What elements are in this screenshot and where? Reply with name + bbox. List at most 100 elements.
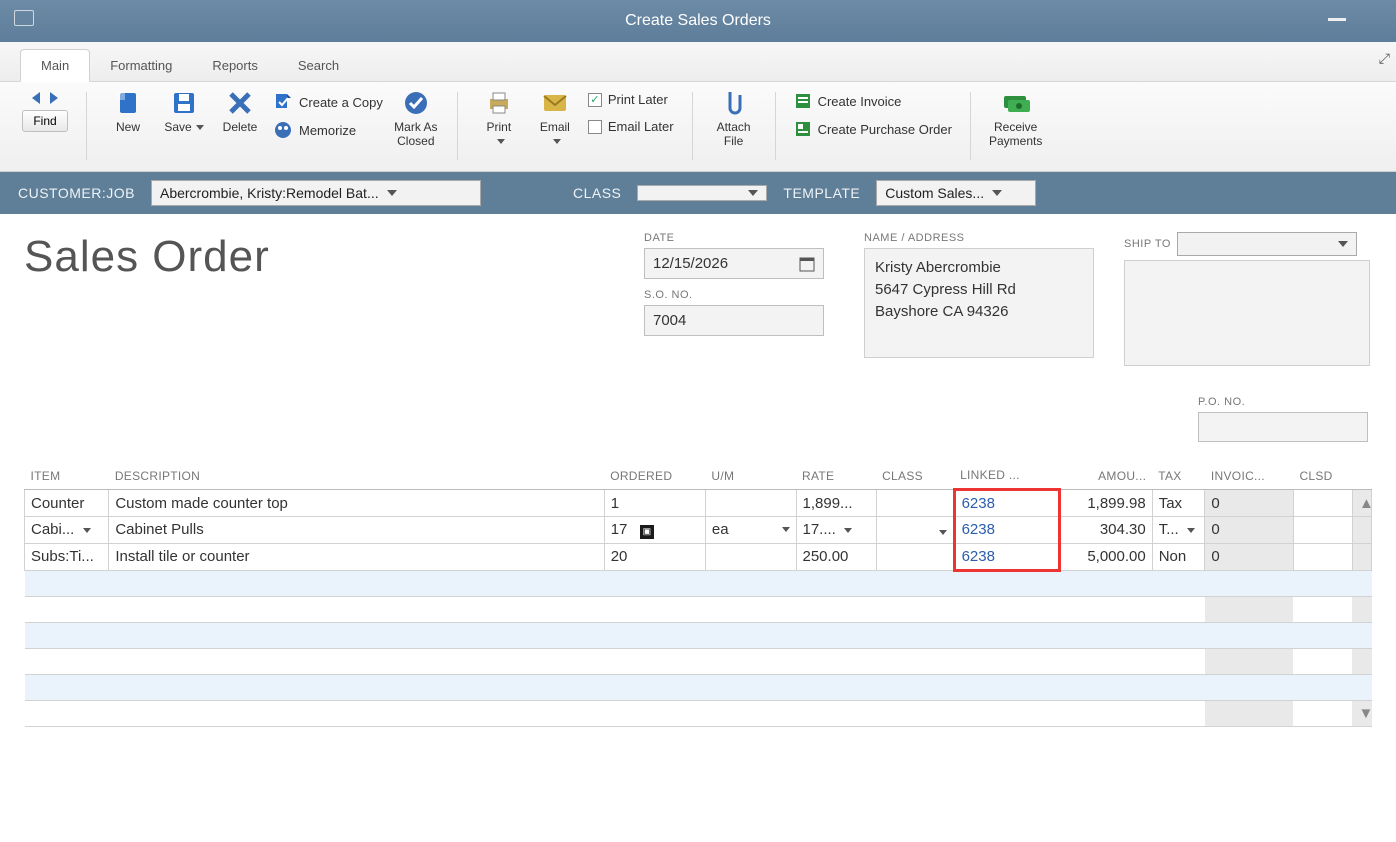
ship-to-label: SHIP TO [1124,238,1171,250]
create-copy-button[interactable]: Create a Copy [273,90,383,114]
cell-um[interactable] [705,543,796,570]
date-field[interactable]: 12/15/2026 [644,248,824,279]
cell-ordered[interactable]: 17 ▣ [604,517,705,544]
cell-linked[interactable]: 6238 [954,490,1059,517]
cell-clsd[interactable] [1293,543,1352,570]
cell-invoiced[interactable]: 0 [1205,543,1294,570]
table-row-empty[interactable] [25,648,1372,674]
col-item[interactable]: ITEM [25,462,109,490]
paperclip-icon [720,90,748,116]
attach-file-button[interactable]: Attach File [711,90,757,148]
name-address-field[interactable]: Kristy Abercrombie 5647 Cypress Hill Rd … [864,248,1094,358]
cell-item[interactable]: Subs:Ti... [25,543,109,570]
memorize-button[interactable]: Memorize [273,118,383,142]
cell-class[interactable] [876,543,954,570]
col-ordered[interactable]: ORDERED [604,462,705,490]
create-po-button[interactable]: Create Purchase Order [794,118,952,140]
scrollbar-track[interactable] [1352,543,1371,570]
email-button[interactable]: Email [532,90,578,148]
class-label: CLASS [573,185,621,201]
col-rate[interactable]: RATE [796,462,876,490]
so-no-field[interactable]: 7004 [644,305,824,336]
selector-bar: CUSTOMER:JOB Abercrombie, Kristy:Remodel… [0,172,1396,214]
cell-tax[interactable]: Tax [1152,490,1205,517]
create-invoice-button[interactable]: Create Invoice [794,90,952,112]
table-row-empty[interactable]: ▼ [25,700,1372,726]
window-system-icon[interactable] [14,10,34,26]
cell-class[interactable] [876,517,954,544]
cell-tax[interactable]: Non [1152,543,1205,570]
cell-ordered[interactable]: 20 [604,543,705,570]
table-row-empty[interactable] [25,596,1372,622]
calculator-icon[interactable]: ▣ [640,525,654,539]
find-button[interactable]: Find [22,110,67,132]
cell-amount[interactable]: 1,899.98 [1059,490,1152,517]
col-description[interactable]: DESCRIPTION [109,462,604,490]
table-row-empty[interactable] [25,622,1372,648]
col-linked[interactable]: LINKED ... [954,462,1059,490]
tab-reports[interactable]: Reports [192,50,278,81]
email-later-checkbox[interactable]: Email Later [588,117,674,136]
cell-rate[interactable]: 250.00 [796,543,876,570]
cell-rate[interactable]: 17.... [796,517,876,544]
table-row[interactable]: Cabi... Cabinet Pulls17 ▣ea 17.... 62383… [25,517,1372,544]
print-button[interactable]: Print [476,90,522,148]
cell-um[interactable] [705,490,796,517]
tab-formatting[interactable]: Formatting [90,50,192,81]
ribbon-toolbar: Find New Save Delete Create a Copy Memor… [0,82,1396,172]
save-button[interactable]: Save [161,90,207,134]
cell-amount[interactable]: 5,000.00 [1059,543,1152,570]
cell-amount[interactable]: 304.30 [1059,517,1152,544]
expand-icon[interactable]: ⤢ [1379,50,1390,67]
table-row-empty[interactable] [25,674,1372,700]
receive-payments-button[interactable]: Receive Payments [989,90,1042,148]
cell-tax[interactable]: T... [1152,517,1205,544]
cell-clsd[interactable] [1293,490,1352,517]
mark-closed-button[interactable]: Mark As Closed [393,90,439,148]
save-icon [170,90,198,116]
cell-clsd[interactable] [1293,517,1352,544]
tab-main[interactable]: Main [20,49,90,82]
col-um[interactable]: U/M [705,462,796,490]
next-record-icon[interactable] [46,90,62,106]
scrollbar-track[interactable]: ▲ [1352,490,1371,517]
cell-invoiced[interactable]: 0 [1205,517,1294,544]
cell-um[interactable]: ea [705,517,796,544]
tab-search[interactable]: Search [278,50,359,81]
cell-ordered[interactable]: 1 [604,490,705,517]
col-clsd[interactable]: CLSD [1293,462,1352,490]
delete-button[interactable]: Delete [217,90,263,134]
po-no-field[interactable] [1198,412,1368,442]
col-tax[interactable]: TAX [1152,462,1205,490]
nav-find-group: Find [22,90,68,132]
cell-description[interactable]: Custom made counter top [109,490,604,517]
minimize-button[interactable] [1328,18,1346,21]
cell-linked[interactable]: 6238 [954,517,1059,544]
table-row-empty[interactable] [25,570,1372,596]
new-button[interactable]: New [105,90,151,134]
ship-to-field[interactable] [1124,260,1370,366]
cell-class[interactable] [876,490,954,517]
print-later-checkbox[interactable]: ✓ Print Later [588,90,674,109]
page-title: Sales Order [24,232,624,282]
cell-linked[interactable]: 6238 [954,543,1059,570]
ship-to-dropdown[interactable] [1177,232,1357,256]
customer-job-dropdown[interactable]: Abercrombie, Kristy:Remodel Bat... [151,180,481,206]
col-amount[interactable]: AMOU... [1059,462,1152,490]
class-dropdown[interactable] [637,185,767,201]
col-invoiced[interactable]: INVOIC... [1205,462,1294,490]
cell-invoiced[interactable]: 0 [1205,490,1294,517]
table-row[interactable]: Subs:Ti...Install tile or counter20 250.0… [25,543,1372,570]
cell-item[interactable]: Counter [25,490,109,517]
calendar-icon[interactable] [799,256,815,272]
cell-description[interactable]: Install tile or counter [109,543,604,570]
cell-item[interactable]: Cabi... [25,517,109,544]
title-bar: Create Sales Orders [0,0,1396,42]
template-dropdown[interactable]: Custom Sales... [876,180,1036,206]
cell-description[interactable]: Cabinet Pulls [109,517,604,544]
col-class[interactable]: CLASS [876,462,954,490]
scrollbar-track[interactable] [1352,517,1371,544]
table-row[interactable]: CounterCustom made counter top1 1,899... 6… [25,490,1372,517]
prev-record-icon[interactable] [28,90,44,106]
cell-rate[interactable]: 1,899... [796,490,876,517]
